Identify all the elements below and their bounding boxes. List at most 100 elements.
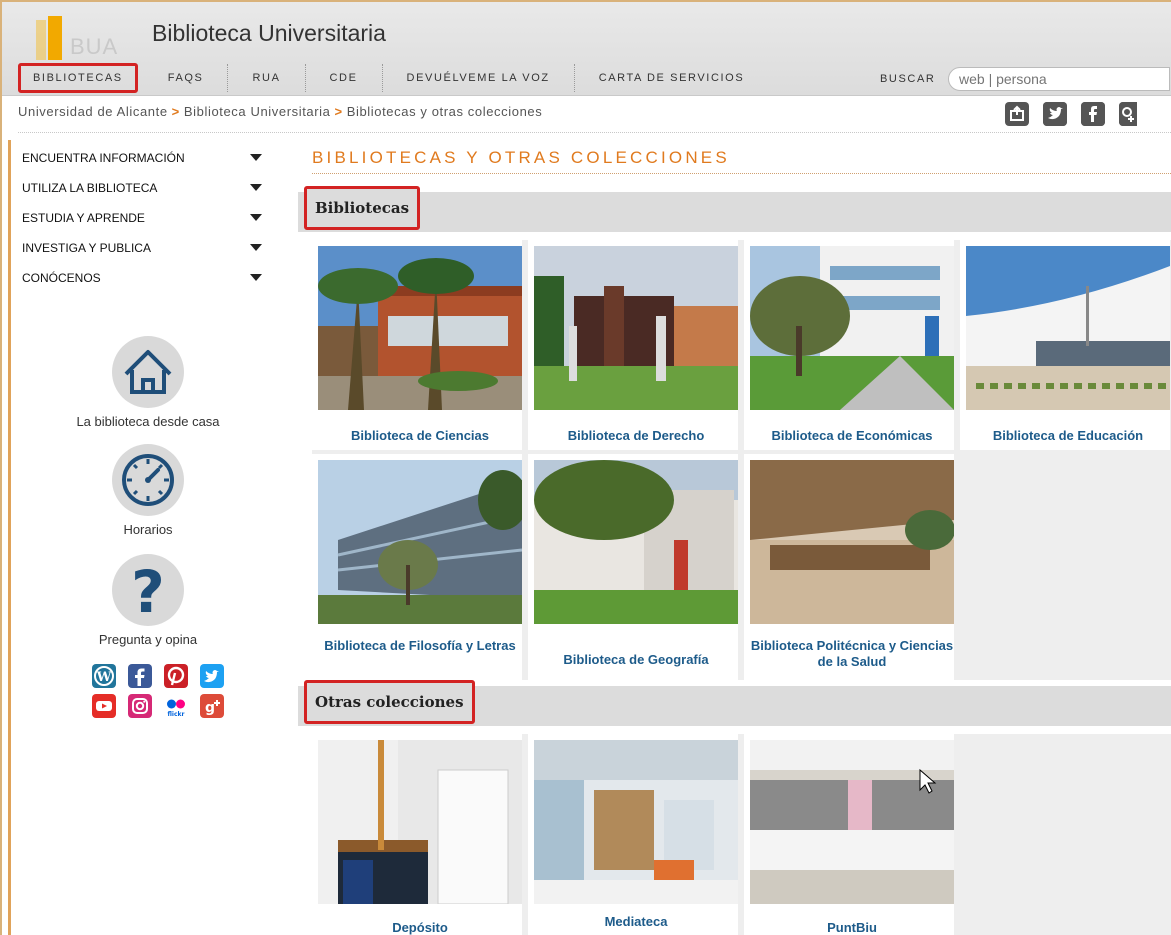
breadcrumb-divider — [18, 132, 1171, 133]
triangle-down-icon[interactable] — [250, 244, 262, 251]
section-header-bibliotecas: Bibliotecas — [298, 186, 1171, 232]
sidebar-item-estudia[interactable]: ESTUDIA Y APRENDE — [22, 208, 272, 238]
nav-carta-de-servicios[interactable]: CARTA DE SERVICIOS — [575, 64, 769, 92]
otras-grid: Depósito Mediateca PuntBiu — [312, 734, 1171, 935]
nav-bibliotecas[interactable]: BIBLIOTECAS — [18, 63, 138, 93]
photo-politecnica — [750, 460, 954, 624]
card-biblioteca-politecnica[interactable]: Biblioteca Politécnica y Ciencias de la … — [744, 454, 954, 680]
card-biblioteca-filosofia[interactable]: Biblioteca de Filosofía y Letras — [312, 454, 522, 680]
sidebar-item-utiliza[interactable]: UTILIZA LA BIBLIOTECA — [22, 178, 272, 208]
tool-label: Horarios — [123, 522, 173, 537]
card-puntbiu[interactable]: PuntBiu — [744, 734, 954, 935]
photo-mediateca — [534, 740, 738, 904]
search-input[interactable] — [948, 67, 1170, 91]
card-deposito[interactable]: Depósito — [312, 734, 522, 935]
card-mediateca[interactable]: Mediateca — [528, 734, 738, 935]
tool-label: Pregunta y opina — [98, 632, 198, 647]
breadcrumb-item-universidad[interactable]: Universidad de Alicante — [18, 104, 168, 119]
nav-rua[interactable]: RUA — [228, 64, 306, 92]
card-biblioteca-geografia[interactable]: Biblioteca de Geografía — [528, 454, 738, 680]
svg-text:flickr: flickr — [167, 711, 184, 718]
sidebar-item-label: ENCUENTRA INFORMACIÓN — [22, 151, 185, 165]
svg-text:?: ? — [131, 558, 165, 626]
breadcrumb-item-biblioteca[interactable]: Biblioteca Universitaria — [184, 104, 331, 119]
facebook-icon[interactable] — [1081, 102, 1105, 126]
youtube-icon[interactable] — [92, 694, 116, 718]
section-title: Bibliotecas — [304, 186, 421, 230]
twitter-icon[interactable] — [1043, 102, 1067, 126]
sidebar-item-conocenos[interactable]: CONÓCENOS — [22, 268, 272, 298]
sidebar-item-label: CONÓCENOS — [22, 271, 101, 285]
card-biblioteca-economicas[interactable]: Biblioteca de Económicas — [744, 240, 954, 450]
tool-label: La biblioteca desde casa — [76, 414, 220, 429]
googleplus-icon[interactable]: g — [200, 694, 224, 718]
nav-devuelveme-la-voz[interactable]: DEVUÉLVEME LA VOZ — [383, 64, 575, 92]
logo-text: BUA — [70, 34, 119, 59]
pinterest-icon[interactable] — [164, 664, 188, 688]
triangle-down-icon[interactable] — [250, 154, 262, 161]
photo-educacion — [966, 246, 1170, 410]
card-title[interactable]: Depósito — [312, 920, 528, 935]
card-title[interactable]: Biblioteca de Geografía — [528, 652, 744, 668]
social-share-bar — [1005, 102, 1137, 126]
triangle-down-icon[interactable] — [250, 274, 262, 281]
sidebar-item-label: ESTUDIA Y APRENDE — [22, 211, 145, 225]
social-links: W flickr g — [92, 664, 224, 718]
page-title: BIBLIOTECAS Y OTRAS COLECCIONES — [312, 148, 730, 167]
title-divider — [312, 173, 1171, 174]
breadcrumb-item-current: Bibliotecas y otras colecciones — [346, 104, 543, 119]
breadcrumb: Universidad de Alicante > Biblioteca Unive… — [18, 104, 542, 119]
question-icon: ? — [112, 554, 184, 626]
share-icon[interactable] — [1005, 102, 1029, 126]
card-title[interactable]: Biblioteca de Derecho — [528, 428, 744, 444]
left-accent-line — [8, 140, 11, 935]
twitter-icon[interactable] — [200, 664, 224, 688]
photo-ciencias — [318, 246, 522, 410]
sidebar-menu: ENCUENTRA INFORMACIÓN UTILIZA LA BIBLIOT… — [22, 148, 272, 298]
bibliotecas-grid: Biblioteca de Ciencias Biblioteca de Der… — [312, 240, 1171, 680]
card-title[interactable]: Biblioteca de Filosofía y Letras — [312, 638, 528, 654]
breadcrumb-separator: > — [334, 104, 343, 119]
photo-filosofia — [318, 460, 522, 624]
bua-logo[interactable]: BUA — [32, 16, 142, 60]
sidebar-item-investiga[interactable]: INVESTIGA Y PUBLICA — [22, 238, 272, 268]
sidebar-item-label: UTILIZA LA BIBLIOTECA — [22, 181, 158, 195]
card-title[interactable]: Biblioteca Politécnica y Ciencias de la … — [744, 638, 960, 670]
photo-deposito — [318, 740, 522, 904]
photo-derecho — [534, 246, 738, 410]
tool-biblioteca-desde-casa[interactable]: La biblioteca desde casa — [48, 336, 248, 429]
triangle-down-icon[interactable] — [250, 184, 262, 191]
photo-economicas — [750, 246, 954, 410]
top-navigation: BIBLIOTECAS FAQS RUA CDE DEVUÉLVEME LA V… — [18, 62, 768, 94]
tool-pregunta-y-opina[interactable]: ? Pregunta y opina — [48, 554, 248, 647]
flickr-icon[interactable]: flickr — [164, 694, 188, 718]
nav-faqs[interactable]: FAQS — [144, 64, 229, 92]
tool-horarios[interactable]: Horarios — [48, 444, 248, 537]
nav-cde[interactable]: CDE — [306, 64, 383, 92]
photo-geografia — [534, 460, 738, 624]
section-title: Otras colecciones — [304, 680, 475, 724]
search-label: BUSCAR — [880, 73, 936, 85]
photo-puntbiu — [750, 740, 954, 904]
facebook-icon[interactable] — [128, 664, 152, 688]
googleplus-icon[interactable] — [1119, 102, 1137, 126]
wordpress-icon[interactable]: W — [92, 664, 116, 688]
svg-text:g: g — [205, 700, 215, 716]
instagram-icon[interactable] — [128, 694, 152, 718]
card-biblioteca-educacion[interactable]: Biblioteca de Educación — [960, 240, 1170, 450]
card-title[interactable]: PuntBiu — [744, 920, 960, 935]
card-biblioteca-derecho[interactable]: Biblioteca de Derecho — [528, 240, 738, 450]
house-icon — [112, 336, 184, 408]
triangle-down-icon[interactable] — [250, 214, 262, 221]
breadcrumb-separator: > — [171, 104, 180, 119]
card-biblioteca-ciencias[interactable]: Biblioteca de Ciencias — [312, 240, 522, 450]
sidebar-item-encuentra[interactable]: ENCUENTRA INFORMACIÓN — [22, 148, 272, 178]
card-title[interactable]: Biblioteca de Económicas — [744, 428, 960, 444]
card-title[interactable]: Biblioteca de Ciencias — [312, 428, 528, 444]
site-title[interactable]: Biblioteca Universitaria — [152, 20, 386, 47]
sidebar-item-label: INVESTIGA Y PUBLICA — [22, 241, 151, 255]
card-title[interactable]: Biblioteca de Educación — [960, 428, 1171, 444]
svg-text:W: W — [96, 670, 112, 685]
section-header-otras-colecciones: Otras colecciones — [298, 680, 1171, 726]
card-title[interactable]: Mediateca — [528, 914, 744, 930]
